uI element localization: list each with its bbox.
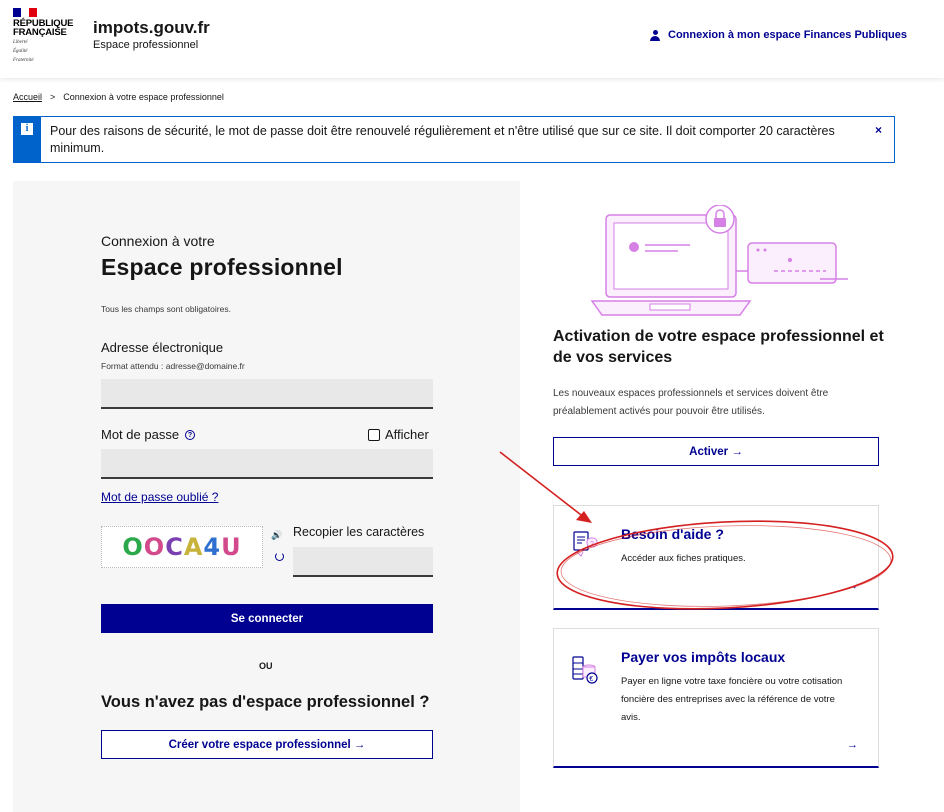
republique-francaise-logo[interactable]: RÉPUBLIQUE FRANÇAISE Liberté Égalité Fra…	[13, 8, 75, 64]
login-panel: Connexion à votre Espace professionnel T…	[13, 181, 520, 812]
pay-card-text: Payer en ligne votre taxe foncière ou vo…	[621, 676, 843, 723]
captcha-char: C	[165, 533, 184, 561]
help-card-text: Accéder aux fiches pratiques.	[621, 553, 746, 564]
breadcrumb-home-link[interactable]: Accueil	[13, 92, 42, 102]
show-password-label: Afficher	[385, 427, 429, 442]
activate-button[interactable]: Activer →	[553, 437, 879, 466]
captcha-label: Recopier les caractères	[293, 525, 425, 539]
login-button[interactable]: Se connecter	[101, 604, 433, 633]
alert-bar: i	[14, 117, 41, 162]
arrow-right-icon: →	[847, 580, 858, 592]
refresh-icon[interactable]	[275, 552, 284, 561]
password-label: Mot de passe	[101, 427, 180, 442]
breadcrumb-current: Connexion à votre espace professionnel	[63, 92, 224, 102]
security-alert: i Pour des raisons de sécurité, le mot d…	[13, 116, 895, 163]
show-password-toggle[interactable]: Afficher	[368, 427, 429, 442]
svg-text:?: ?	[590, 541, 594, 548]
site-header: RÉPUBLIQUE FRANÇAISE Liberté Égalité Fra…	[0, 0, 944, 78]
forgot-password-link[interactable]: Mot de passe oublié ?	[101, 490, 218, 504]
captcha-field[interactable]	[293, 547, 433, 577]
captcha-char: O	[122, 533, 144, 561]
laptop-lock-illustration	[590, 205, 848, 316]
help-document-icon: ?	[573, 531, 598, 557]
info-icon: i	[21, 123, 33, 135]
site-subtitle: Espace professionnel	[93, 39, 199, 51]
activation-title: Activation de votre espace professionnel…	[553, 328, 884, 366]
captcha-char: U	[221, 533, 242, 561]
login-title: Espace professionnel	[101, 254, 343, 280]
finances-publiques-login-link[interactable]: Connexion à mon espace Finances Publique…	[650, 29, 907, 41]
finances-publiques-login-label: Connexion à mon espace Finances Publique…	[668, 29, 908, 41]
alert-text: Pour des raisons de sécurité, le mot de …	[50, 124, 835, 155]
breadcrumb: Accueil > Connexion à votre espace profe…	[13, 92, 224, 102]
pay-taxes-card[interactable]: € Payer vos impôts locaux Payer en ligne…	[553, 628, 879, 768]
password-label-row: Mot de passe?	[101, 427, 196, 442]
arrow-right-icon: →	[847, 739, 858, 751]
create-account-button[interactable]: Créer votre espace professionnel →	[101, 730, 433, 759]
logo-text-line2: FRANÇAISE	[13, 27, 67, 38]
email-hint: Format attendu : adresse@domaine.fr	[101, 361, 245, 371]
breadcrumb-separator-icon: >	[50, 92, 56, 102]
close-icon[interactable]: ×	[875, 123, 882, 137]
motto-line2: Égalité	[13, 49, 28, 54]
captcha-char: 4	[203, 533, 222, 561]
show-password-checkbox[interactable]	[368, 428, 380, 441]
motto-line3: Fraternité	[13, 58, 34, 63]
svg-text:€: €	[589, 676, 593, 683]
user-icon	[650, 29, 660, 41]
coins-euro-icon: €	[572, 656, 598, 684]
required-note: Tous les champs sont obligatoires.	[101, 304, 231, 314]
site-title[interactable]: impots.gouv.fr	[93, 18, 210, 38]
email-label: Adresse électronique	[101, 340, 224, 355]
email-field[interactable]	[101, 379, 433, 409]
marianne-flag-icon	[13, 8, 37, 17]
password-field[interactable]	[101, 449, 433, 479]
pay-card-title: Payer vos impôts locaux	[621, 649, 786, 665]
or-separator: OU	[259, 661, 273, 671]
help-card[interactable]: ? Besoin d'aide ? Accéder aux fiches pra…	[553, 505, 879, 610]
activation-text: Les nouveaux espaces professionnels et s…	[553, 388, 829, 417]
no-account-title: Vous n'avez pas d'espace professionnel ?	[101, 693, 430, 711]
captcha-char: A	[183, 533, 204, 561]
help-card-title: Besoin d'aide ?	[621, 526, 724, 542]
audio-icon[interactable]: 🔊	[271, 530, 282, 541]
captcha-image: O O C A 4 U	[101, 526, 263, 568]
motto-line1: Liberté	[13, 40, 28, 45]
captcha-char: O	[143, 533, 166, 561]
login-subtitle: Connexion à votre	[101, 233, 215, 249]
help-icon[interactable]: ?	[185, 430, 196, 440]
